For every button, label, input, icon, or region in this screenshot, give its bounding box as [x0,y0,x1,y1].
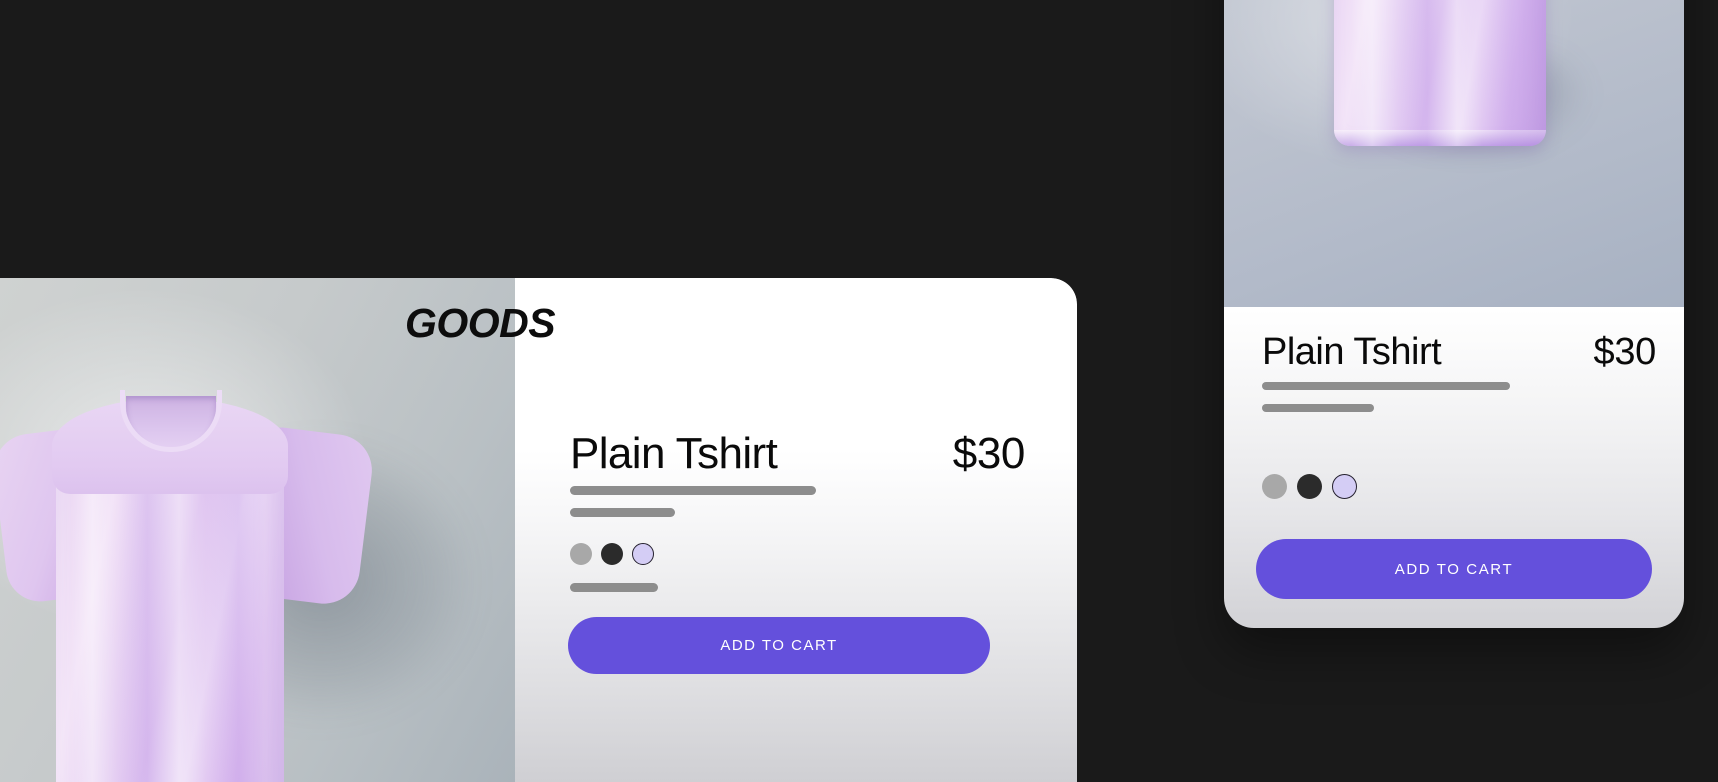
side-product-header: Plain Tshirt $30 [1262,331,1656,374]
side-color-swatch-gray[interactable] [1262,474,1287,499]
description-placeholder-bar-1 [570,486,816,495]
featured-product-card: GOODS Plain Tshirt $30 ADD TO CART [0,278,1077,782]
featured-color-swatch-group[interactable] [570,543,654,565]
side-tshirt-illustration [1334,0,1546,146]
side-color-swatch-black[interactable] [1297,474,1322,499]
color-swatch-lavender[interactable] [632,543,654,565]
side-product-price: $30 [1593,331,1656,373]
featured-product-header: Plain Tshirt $30 [570,429,1037,479]
side-color-swatch-lavender[interactable] [1332,474,1357,499]
side-product-title: Plain Tshirt [1262,331,1442,373]
side-description-placeholder-bar-2 [1262,404,1374,412]
side-product-card: Plain Tshirt $30 ADD TO CART [1224,0,1684,628]
size-placeholder-bar [570,583,658,592]
featured-product-image [0,278,515,782]
featured-product-price: $30 [952,429,1026,478]
description-placeholder-bar-2 [570,508,675,517]
side-add-to-cart-button[interactable]: ADD TO CART [1256,539,1652,599]
color-swatch-black[interactable] [601,543,623,565]
brand-logo: GOODS [405,300,556,346]
side-description-placeholder-bar-1 [1262,382,1510,390]
side-color-swatch-group[interactable] [1262,474,1357,499]
featured-product-info: GOODS Plain Tshirt $30 ADD TO CART [405,278,1077,782]
side-tshirt-hem [1334,130,1546,146]
color-swatch-gray[interactable] [570,543,592,565]
tshirt-illustration [0,390,376,782]
side-product-image [1224,0,1684,307]
featured-product-title: Plain Tshirt [570,429,778,478]
add-to-cart-button[interactable]: ADD TO CART [568,617,990,674]
